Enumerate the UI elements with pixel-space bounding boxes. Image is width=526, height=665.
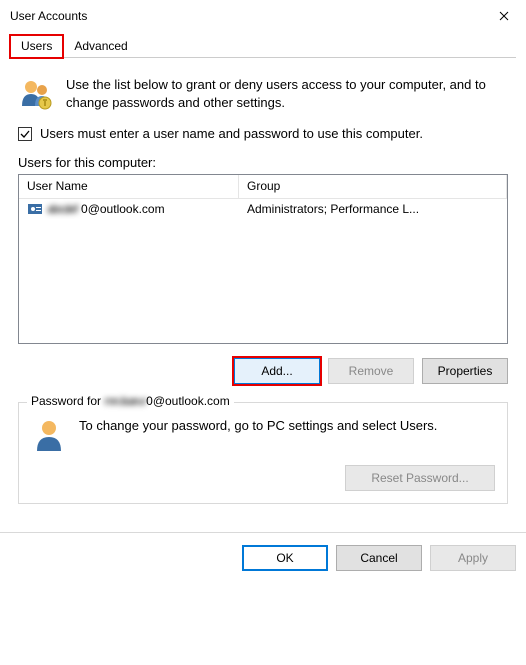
- username-redacted: abcdef: [47, 202, 77, 216]
- listview-header: User Name Group: [19, 175, 507, 199]
- titlebar: User Accounts: [0, 0, 526, 32]
- checkmark-icon: [20, 129, 30, 139]
- window-title: User Accounts: [10, 9, 87, 23]
- column-header-group[interactable]: Group: [239, 175, 507, 198]
- tab-users[interactable]: Users: [10, 35, 63, 58]
- ok-button[interactable]: OK: [242, 545, 328, 571]
- add-button[interactable]: Add...: [234, 358, 320, 384]
- properties-button[interactable]: Properties: [422, 358, 508, 384]
- reset-password-button: Reset Password...: [345, 465, 495, 491]
- users-list-label: Users for this computer:: [18, 155, 508, 170]
- cell-group: Administrators; Performance L...: [239, 200, 507, 218]
- description-text: Use the list below to grant or deny user…: [66, 76, 508, 111]
- tab-advanced[interactable]: Advanced: [63, 35, 138, 58]
- cell-username: abcdef 0@outlook.com: [19, 199, 239, 219]
- groupbox-title: Password for mn.lsarv.r0@outlook.com: [27, 394, 234, 408]
- apply-button: Apply: [430, 545, 516, 571]
- column-header-username[interactable]: User Name: [19, 175, 239, 198]
- tabstrip: Users Advanced: [10, 34, 516, 58]
- cancel-button[interactable]: Cancel: [336, 545, 422, 571]
- listview-rows: abcdef 0@outlook.com Administrators; Perf…: [19, 199, 507, 343]
- dialog-body: Users Advanced Use the list below to gra…: [0, 34, 526, 524]
- list-buttons: Add... Remove Properties: [18, 358, 508, 384]
- remove-button: Remove: [328, 358, 414, 384]
- users-listview[interactable]: User Name Group abcdef 0@outlook.com Admi…: [18, 174, 508, 344]
- checkbox-label: Users must enter a user name and passwor…: [40, 126, 423, 141]
- password-groupbox: Password for mn.lsarv.r0@outlook.com To …: [18, 402, 508, 504]
- require-password-checkbox[interactable]: Users must enter a user name and passwor…: [18, 126, 508, 141]
- table-row[interactable]: abcdef 0@outlook.com Administrators; Perf…: [19, 199, 507, 219]
- close-icon: [499, 11, 509, 21]
- users-icon: [18, 76, 54, 112]
- checkbox-box: [18, 127, 32, 141]
- password-user-icon: [31, 417, 67, 453]
- user-row-icon: [27, 201, 43, 217]
- description-row: Use the list below to grant or deny user…: [18, 76, 508, 112]
- dialog-footer: OK Cancel Apply: [0, 532, 526, 583]
- username-suffix: 0@outlook.com: [81, 202, 165, 216]
- close-button[interactable]: [481, 0, 526, 32]
- password-text: To change your password, go to PC settin…: [79, 417, 437, 435]
